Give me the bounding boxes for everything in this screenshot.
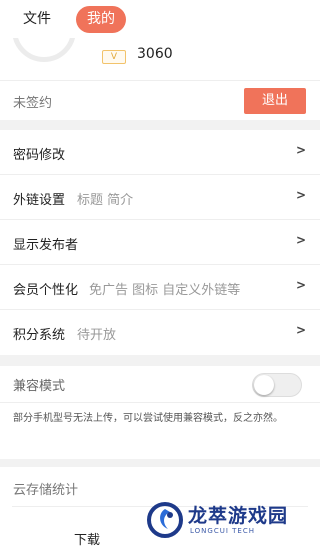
menu-item-hint: 待开放 — [77, 328, 117, 343]
divider — [0, 402, 320, 403]
logout-button[interactable]: 退出 — [244, 88, 306, 114]
storage-stats-title: 云存储统计 — [13, 483, 79, 498]
menu-item-hint: 标题 简介 — [77, 193, 134, 208]
avatar[interactable] — [12, 38, 76, 62]
chevron-right-icon: > — [295, 233, 306, 247]
menu-item-link-settings[interactable]: 外链设置 标题 简介 > — [0, 175, 320, 220]
download-stat-label: 下载 — [74, 533, 101, 547]
watermark-logo-icon — [147, 502, 183, 538]
compat-mode-section: 兼容模式 部分手机型号无法上传，可以尝试使用兼容模式，反之亦然。 — [0, 366, 320, 459]
compat-mode-description: 部分手机型号无法上传，可以尝试使用兼容模式，反之亦然。 — [13, 413, 283, 424]
menu-item-label: 密码修改 — [13, 148, 66, 163]
menu-item-member-personalization[interactable]: 会员个性化 免广告 图标 自定义外链等 > — [0, 265, 320, 310]
sign-status: 未签约 — [13, 96, 53, 111]
menu-item-label: 显示发布者 — [13, 238, 79, 253]
chevron-right-icon: > — [295, 188, 306, 202]
menu-item-label: 外链设置 — [13, 193, 66, 208]
chevron-right-icon: > — [295, 323, 306, 337]
compat-mode-toggle[interactable] — [252, 373, 302, 397]
sign-row: 未签约 退出 — [0, 80, 320, 120]
menu-item-label: 积分系统 — [13, 328, 66, 343]
watermark-subtitle: LONGCUI TECH — [190, 527, 255, 535]
menu-item-points-system[interactable]: 积分系统 待开放 > — [0, 310, 320, 355]
profile-header: V 3060 — [0, 38, 320, 80]
tab-mine[interactable]: 我的 — [76, 6, 126, 33]
points-value: 3060 — [137, 46, 173, 62]
menu-item-show-publisher[interactable]: 显示发布者 > — [0, 220, 320, 265]
settings-menu: 密码修改 > 外链设置 标题 简介 > 显示发布者 > 会员个性化 免广告 图标… — [0, 130, 320, 355]
chevron-right-icon: > — [295, 143, 306, 157]
tab-files[interactable]: 文件 — [14, 6, 60, 33]
toggle-knob — [254, 375, 274, 395]
compat-mode-label: 兼容模式 — [13, 379, 66, 394]
menu-item-password[interactable]: 密码修改 > — [0, 130, 320, 175]
site-watermark: 龙萃游戏园 LONGCUI TECH — [146, 499, 316, 543]
menu-item-hint: 免广告 图标 自定义外链等 — [89, 283, 241, 298]
vip-badge: V — [102, 50, 126, 64]
watermark-name: 龙萃游戏园 — [188, 505, 289, 527]
top-bar: 文件 我的 — [0, 0, 320, 38]
menu-item-label: 会员个性化 — [13, 283, 79, 298]
chevron-right-icon: > — [295, 278, 306, 292]
